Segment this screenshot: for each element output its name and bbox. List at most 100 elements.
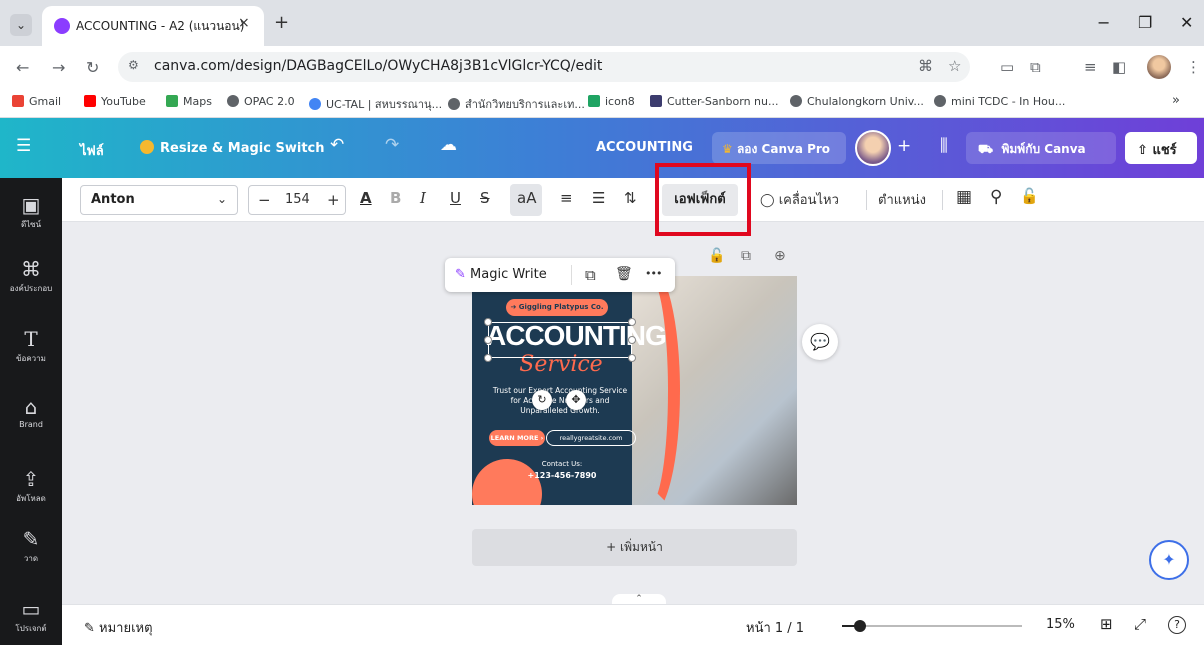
notes-button[interactable]: ✎ หมายเหตุ [84, 617, 153, 638]
paint-format-icon[interactable]: ⚲ [990, 187, 1002, 207]
bookmark-gmail[interactable]: Gmail [12, 95, 61, 108]
tab-search-button[interactable]: ⌄ [10, 14, 32, 36]
sidebar-item-projects[interactable]: ▭ โปรเจกต์ [0, 598, 62, 635]
grid-view-icon[interactable]: ⊞ [1100, 615, 1113, 633]
more-options-icon[interactable]: ••• [645, 267, 662, 280]
underline-button[interactable]: U [450, 189, 461, 207]
duplicate-icon[interactable]: ⧉ [585, 266, 596, 284]
page-lock-icon[interactable]: 🔓 [708, 248, 725, 264]
site-info-icon[interactable]: ⚙ [128, 58, 139, 72]
bookmarks-overflow-icon[interactable]: » [1172, 93, 1180, 108]
spacing-icon[interactable]: ⇅ [624, 189, 637, 207]
resize-handle[interactable] [484, 336, 492, 344]
fullscreen-icon[interactable]: ⤢ [1134, 615, 1146, 633]
increase-size-button[interactable]: + [327, 191, 340, 209]
extensions-icon[interactable]: ⧉ [1030, 58, 1041, 76]
resize-handle[interactable] [484, 354, 492, 362]
font-size-value[interactable]: 154 [285, 192, 310, 207]
sidebar-item-design[interactable]: ▣ ดีไซน์ [0, 194, 62, 231]
design-page[interactable]: ➔ Giggling Platypus Co. ACCOUNTING Servi… [472, 276, 797, 505]
move-icon[interactable]: ✥ [566, 390, 586, 410]
transparency-icon[interactable]: ▦ [956, 187, 972, 207]
document-title[interactable]: ACCOUNTING [596, 140, 693, 155]
sidebar-item-elements[interactable]: ⌘ องค์ประกอบ [0, 258, 62, 295]
learn-more-pill[interactable]: LEARN MORE › [489, 430, 545, 446]
forward-arrow-icon[interactable]: → [52, 58, 65, 77]
company-pill[interactable]: ➔ Giggling Platypus Co. [506, 299, 608, 316]
letter-case-button[interactable]: aA [517, 189, 536, 207]
animate-button[interactable]: ◯ เคลื่อนไหว [760, 189, 839, 210]
undo-icon[interactable]: ↶ [330, 135, 344, 155]
reading-list-icon[interactable]: ▭ [1000, 58, 1014, 76]
sidebar-item-text[interactable]: T ข้อความ [0, 328, 62, 365]
new-tab-button[interactable]: + [274, 12, 289, 33]
bookmark-cutter[interactable]: Cutter-Sanborn nu... [650, 95, 778, 108]
bookmark-office[interactable]: สำนักวิทยบริการและเท... [448, 95, 585, 113]
lock-icon[interactable]: 🔓 [1020, 187, 1039, 205]
zoom-slider-thumb[interactable] [854, 620, 866, 632]
translate-icon[interactable]: ⌘ [918, 57, 933, 75]
bookmark-maps[interactable]: Maps [166, 95, 212, 108]
resize-handle[interactable] [484, 318, 492, 326]
user-avatar[interactable] [855, 130, 891, 166]
font-family-dropdown[interactable]: Anton ⌄ [80, 185, 238, 215]
zoom-slider[interactable] [842, 620, 1022, 632]
list-icon[interactable]: ☰ [592, 189, 605, 207]
reload-icon[interactable]: ↻ [86, 58, 99, 77]
back-arrow-icon[interactable]: ← [16, 58, 29, 77]
page-duplicate-icon[interactable]: ⧉ [741, 248, 751, 264]
resize-handle[interactable] [628, 336, 636, 344]
url-text[interactable]: canva.com/design/DAGBagCElLo/OWyCHA8j3B1… [154, 58, 602, 74]
strikethrough-button[interactable]: S [480, 189, 490, 207]
add-page-button[interactable]: + เพิ่มหน้า [472, 529, 797, 566]
website-pill[interactable]: reallygreatsite.com [546, 430, 636, 446]
zoom-level[interactable]: 15% [1046, 617, 1075, 632]
media-icon[interactable]: ≡ [1084, 58, 1097, 76]
redo-icon[interactable]: ↷ [385, 135, 399, 155]
print-with-canva-button[interactable]: ⛟ พิมพ์กับ Canva [966, 132, 1116, 164]
page-add-icon[interactable]: ⊕ [774, 248, 786, 264]
align-icon[interactable]: ≡ [560, 189, 573, 207]
text-color-button[interactable]: A [360, 189, 372, 207]
help-icon[interactable]: ? [1168, 616, 1186, 634]
position-button[interactable]: ตำแหน่ง [878, 189, 926, 210]
page-indicator[interactable]: หน้า 1 / 1 [746, 617, 804, 638]
file-menu[interactable]: ไฟล์ [80, 140, 104, 161]
try-canva-pro-button[interactable]: ♛ ลอง Canva Pro [712, 132, 846, 164]
add-comment-button[interactable]: 💬 [802, 324, 838, 360]
bookmark-icon8[interactable]: icon8 [588, 95, 635, 108]
decrease-size-button[interactable]: − [258, 191, 271, 209]
font-size-stepper[interactable]: − 154 + [248, 185, 346, 215]
resize-magic-switch-button[interactable]: Resize & Magic Switch [140, 140, 325, 156]
sidebar-item-brand[interactable]: ⌂ Brand [0, 396, 62, 429]
bold-button[interactable]: B [390, 189, 401, 207]
side-panel-icon[interactable]: ◧ [1112, 58, 1126, 76]
browser-tab[interactable]: ACCOUNTING - A2 (แนวนอน) × [42, 6, 264, 46]
cloud-save-icon[interactable]: ☁ [440, 135, 457, 155]
magic-write-button[interactable]: ✎ Magic Write [455, 267, 547, 282]
sidebar-item-uploads[interactable]: ⇪ อัพโหลด [0, 468, 62, 505]
profile-avatar[interactable] [1147, 55, 1171, 79]
url-field[interactable]: ⚙ canva.com/design/DAGBagCElLo/OWyCHA8j3… [118, 52, 970, 82]
bookmark-youtube[interactable]: YouTube [84, 95, 146, 108]
bookmark-chula[interactable]: Chulalongkorn Univ... [790, 95, 924, 108]
bookmark-tcdc[interactable]: mini TCDC - In Hou... [934, 95, 1065, 108]
rotate-icon[interactable]: ↻ [532, 390, 552, 410]
restore-button[interactable]: ❐ [1138, 13, 1152, 32]
minimize-button[interactable]: − [1097, 13, 1110, 32]
resize-handle[interactable] [628, 354, 636, 362]
bookmark-star-icon[interactable]: ☆ [948, 57, 961, 75]
phone-number[interactable]: +123-456-7890 [512, 471, 612, 480]
bookmark-opac[interactable]: OPAC 2.0 [227, 95, 295, 108]
tab-close-icon[interactable]: × [238, 15, 250, 31]
resize-handle[interactable] [628, 318, 636, 326]
selection-frame[interactable] [484, 318, 636, 362]
magic-assistant-button[interactable]: ✦ [1149, 540, 1189, 580]
invite-plus-icon[interactable]: + [897, 136, 911, 156]
browser-menu-icon[interactable]: ⋮ [1186, 58, 1201, 76]
delete-icon[interactable]: 🗑 [615, 266, 633, 282]
hamburger-menu-icon[interactable]: ☰ [16, 136, 31, 156]
bookmark-uc-tal[interactable]: UC-TAL | สหบรรณานุ... [309, 95, 442, 113]
insights-chart-icon[interactable]: ⫼ [940, 136, 948, 156]
close-window-button[interactable]: ✕ [1180, 13, 1193, 32]
